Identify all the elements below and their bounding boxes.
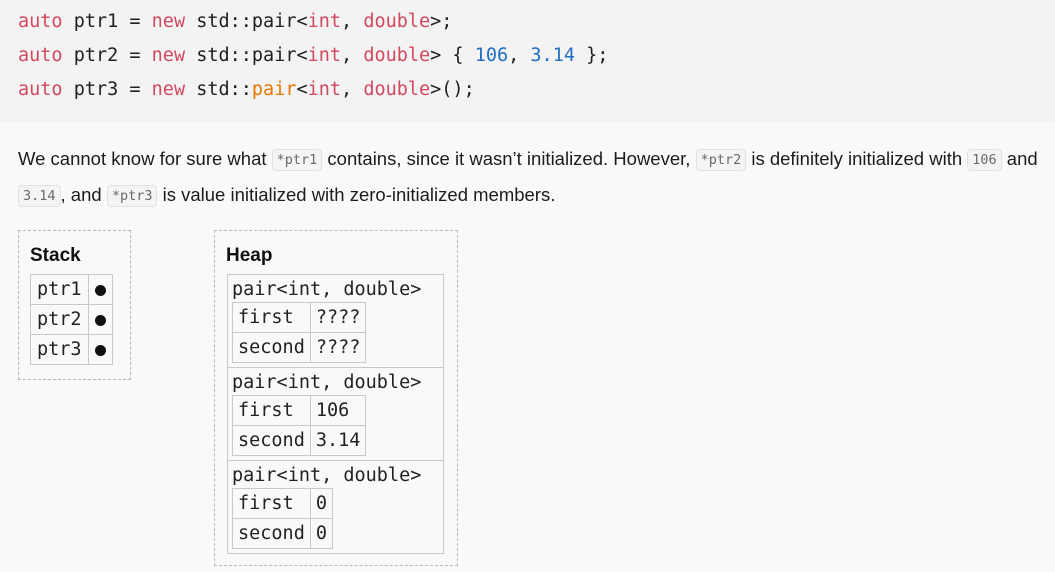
field-value: 0 [309, 488, 333, 519]
heap-object: pair<int, double> first 0 second 0 [228, 461, 443, 553]
code-token: < [296, 79, 308, 100]
code-token: , [341, 45, 364, 66]
stack-panel: Stack ptr1 ptr2 ptr3 [18, 230, 131, 380]
heap-panel: Heap pair<int, double> first???? second?… [214, 230, 458, 566]
code-token: std::pair< [185, 45, 308, 66]
field-value: ???? [309, 332, 367, 363]
explanation-paragraph: We cannot know for sure what *ptr1 conta… [18, 142, 1048, 214]
heap-object: pair<int, double> first???? second???? [228, 275, 443, 368]
code-token: auto [18, 45, 63, 66]
code-token: int [307, 45, 342, 66]
code-token: , [508, 45, 531, 66]
code-token: new [151, 11, 186, 32]
paragraph-text: is definitely initialized with [746, 148, 968, 169]
heap-object-type: pair<int, double> [232, 465, 422, 486]
code-token: }; [574, 45, 609, 66]
stack-var-name: ptr1 [30, 274, 89, 305]
paragraph-text: , and [60, 184, 107, 205]
stack-row: ptr2 [30, 304, 113, 335]
code-line-3: auto ptr3 = new std::pair<int, double>()… [18, 77, 475, 103]
code-token: >(); [430, 79, 475, 100]
field-name: second [232, 332, 311, 363]
inline-code-106: 106 [967, 149, 1002, 171]
code-block: auto ptr1 = new std::pair<int, double>; … [0, 0, 1055, 122]
stack-row: ptr3 [30, 334, 113, 365]
code-token: int [307, 11, 342, 32]
pair-fields: first???? second???? [232, 302, 367, 363]
pair-fields: first 106 second 3.14 [232, 395, 367, 456]
code-token: double [363, 79, 431, 100]
stack-table: ptr1 ptr2 ptr3 [30, 274, 113, 365]
paragraph-text: We cannot know for sure what [18, 148, 272, 169]
heap-container: pair<int, double> first???? second???? p… [227, 274, 444, 554]
code-token: > { [430, 45, 475, 66]
code-token: new [151, 79, 186, 100]
code-token: >; [430, 11, 453, 32]
code-token: ptr1 = [62, 11, 152, 32]
code-line-1: auto ptr1 = new std::pair<int, double>; [18, 9, 452, 35]
code-token: double [363, 11, 431, 32]
pointer-cell [87, 334, 113, 365]
pointer-dot-icon [94, 344, 106, 356]
heap-object: pair<int, double> first 106 second 3.14 [228, 368, 443, 461]
field-name: second [232, 425, 311, 456]
code-token: std::pair< [185, 11, 308, 32]
code-token: , [341, 11, 364, 32]
stack-row: ptr1 [30, 274, 113, 305]
code-token: 3.14 [530, 45, 575, 66]
code-token: , [341, 79, 364, 100]
field-value: 0 [309, 518, 333, 549]
field-name: first [232, 395, 311, 426]
stack-title: Stack [30, 245, 81, 266]
code-line-2: auto ptr2 = new std::pair<int, double> {… [18, 43, 608, 69]
heap-object-type: pair<int, double> [232, 279, 422, 300]
stack-var-name: ptr2 [30, 304, 89, 335]
code-token: pair [251, 79, 297, 100]
inline-code-ptr1: *ptr1 [271, 149, 323, 171]
code-token: ptr3 = [62, 79, 152, 100]
code-token: 106 [474, 45, 509, 66]
field-value: 3.14 [309, 425, 367, 456]
paragraph-text: and [1001, 148, 1038, 169]
paragraph-text: contains, since it wasn’t initialized. H… [322, 148, 696, 169]
code-token: double [363, 45, 431, 66]
paragraph-text: is value initialized with zero-initializ… [157, 184, 556, 205]
field-name: second [232, 518, 311, 549]
inline-code-ptr2: *ptr2 [695, 149, 747, 171]
code-token: new [151, 45, 186, 66]
heap-object-type: pair<int, double> [232, 372, 422, 393]
field-value: ???? [309, 302, 367, 333]
code-token: std:: [185, 79, 252, 100]
code-token: int [307, 79, 342, 100]
heap-title: Heap [226, 245, 273, 266]
inline-code-ptr3: *ptr3 [106, 185, 158, 207]
pointer-cell [87, 304, 113, 335]
code-token: ptr2 = [62, 45, 152, 66]
field-name: first [232, 488, 311, 519]
pair-fields: first 0 second 0 [232, 488, 333, 549]
pointer-cell [87, 274, 113, 305]
pointer-dot-icon [94, 284, 106, 296]
pointer-dot-icon [94, 314, 106, 326]
inline-code-3-14: 3.14 [18, 185, 61, 207]
stack-var-name: ptr3 [30, 334, 89, 365]
code-token: auto [18, 11, 63, 32]
code-token: auto [18, 79, 63, 100]
field-value: 106 [309, 395, 367, 426]
field-name: first [232, 302, 311, 333]
